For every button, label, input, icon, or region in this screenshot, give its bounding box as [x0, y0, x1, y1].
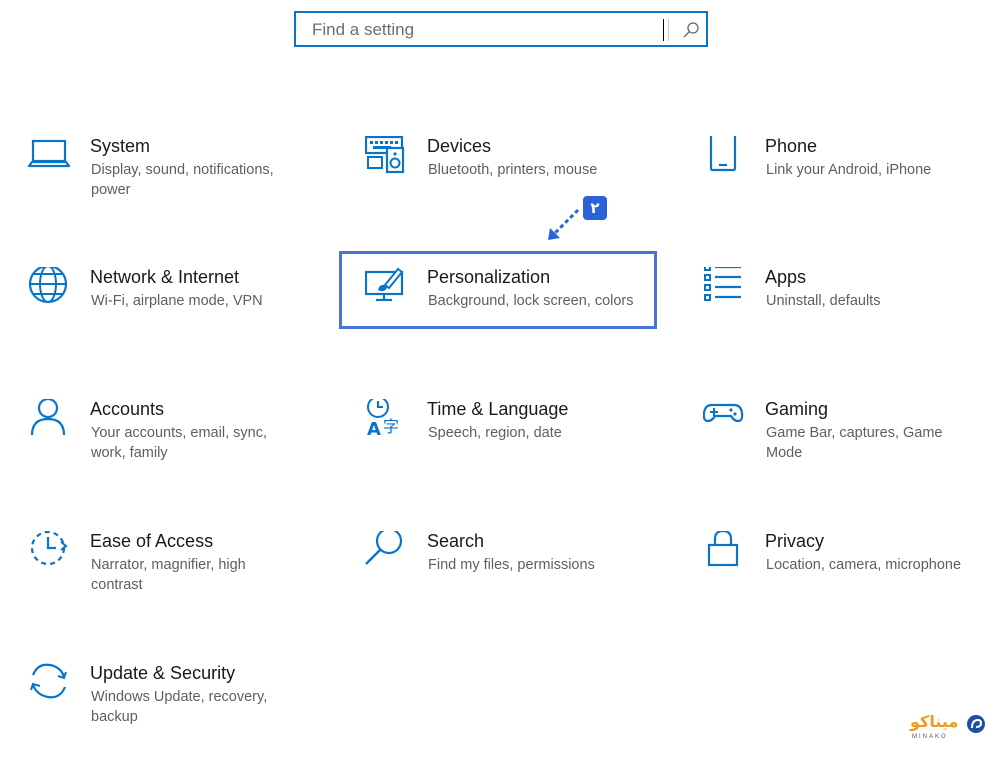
tile-title: Time & Language	[427, 399, 569, 419]
tile-devices[interactable]: Devices Bluetooth, printers, mouse	[365, 136, 665, 236]
watermark-logo-icon	[967, 715, 985, 733]
apps-list-icon	[704, 267, 741, 301]
tile-title: System	[90, 136, 151, 156]
search-icon[interactable]	[682, 21, 700, 39]
tile-title: Update & Security	[90, 663, 236, 683]
tile-update-security[interactable]: Update & Security Windows Update, recove…	[28, 663, 328, 763]
tile-accounts[interactable]: Accounts Your accounts, email, sync, wor…	[28, 399, 328, 499]
tile-title: Accounts	[90, 399, 165, 419]
tile-description: Narrator, magnifier, high contrast	[91, 557, 246, 593]
magnifier-icon	[365, 531, 403, 565]
tile-description: Display, sound, notifications, power	[91, 162, 274, 198]
time-language-icon: A 字	[367, 399, 399, 440]
watermark: میناکو MINAKO	[910, 710, 990, 744]
search-box[interactable]	[294, 11, 708, 47]
tile-title: Devices	[427, 136, 492, 156]
step-badge: ۲	[583, 196, 607, 220]
tile-title: Gaming	[765, 399, 829, 419]
tile-description: Location, camera, microphone	[766, 557, 962, 573]
watermark-brand: میناکو	[910, 712, 959, 731]
svg-text:A: A	[367, 419, 381, 440]
tile-title: Search	[427, 531, 485, 551]
tile-description: Speech, region, date	[428, 425, 562, 441]
text-cursor	[663, 19, 664, 41]
laptop-icon	[28, 139, 70, 168]
tile-system[interactable]: System Display, sound, notifications, po…	[28, 136, 328, 236]
search-divider	[668, 19, 669, 41]
tile-description: Windows Update, recovery, backup	[91, 689, 268, 725]
tile-title: Network & Internet	[90, 267, 240, 287]
tile-search[interactable]: Search Find my files, permissions	[365, 531, 665, 631]
phone-icon	[709, 136, 737, 172]
tile-time-language[interactable]: A 字 Time & Language Speech, region, date	[365, 399, 665, 499]
watermark-sub: MINAKO	[912, 734, 948, 740]
tile-description: Your accounts, email, sync, work, family	[91, 425, 267, 461]
ease-of-access-icon	[30, 531, 68, 566]
tile-title: Ease of Access	[90, 531, 214, 551]
highlight-box	[339, 251, 657, 329]
tile-title: Apps	[765, 267, 807, 287]
tile-title: Privacy	[765, 531, 825, 551]
tile-ease-of-access[interactable]: Ease of Access Narrator, magnifier, high…	[28, 531, 328, 631]
search-input[interactable]	[310, 13, 654, 47]
tile-description: Uninstall, defaults	[766, 293, 881, 309]
tile-privacy[interactable]: Privacy Location, camera, microphone	[703, 531, 999, 631]
globe-icon	[28, 267, 68, 304]
svg-text:字: 字	[383, 417, 399, 436]
tile-gaming[interactable]: Gaming Game Bar, captures, Game Mode	[703, 399, 999, 499]
tile-description: Wi-Fi, airplane mode, VPN	[91, 293, 263, 309]
lock-icon	[707, 531, 739, 567]
tile-description: Link your Android, iPhone	[766, 162, 932, 178]
tile-network[interactable]: Network & Internet Wi-Fi, airplane mode,…	[28, 267, 328, 367]
tile-description: Game Bar, captures, Game Mode	[766, 425, 943, 461]
devices-icon	[365, 136, 405, 174]
tile-apps[interactable]: Apps Uninstall, defaults	[703, 267, 999, 367]
tile-title: Phone	[765, 136, 818, 156]
tile-description: Find my files, permissions	[428, 557, 595, 573]
gamepad-icon	[703, 403, 744, 423]
tile-description: Bluetooth, printers, mouse	[428, 162, 598, 178]
tile-phone[interactable]: Phone Link your Android, iPhone	[703, 136, 999, 236]
person-icon	[30, 399, 66, 436]
sync-icon	[30, 663, 67, 699]
